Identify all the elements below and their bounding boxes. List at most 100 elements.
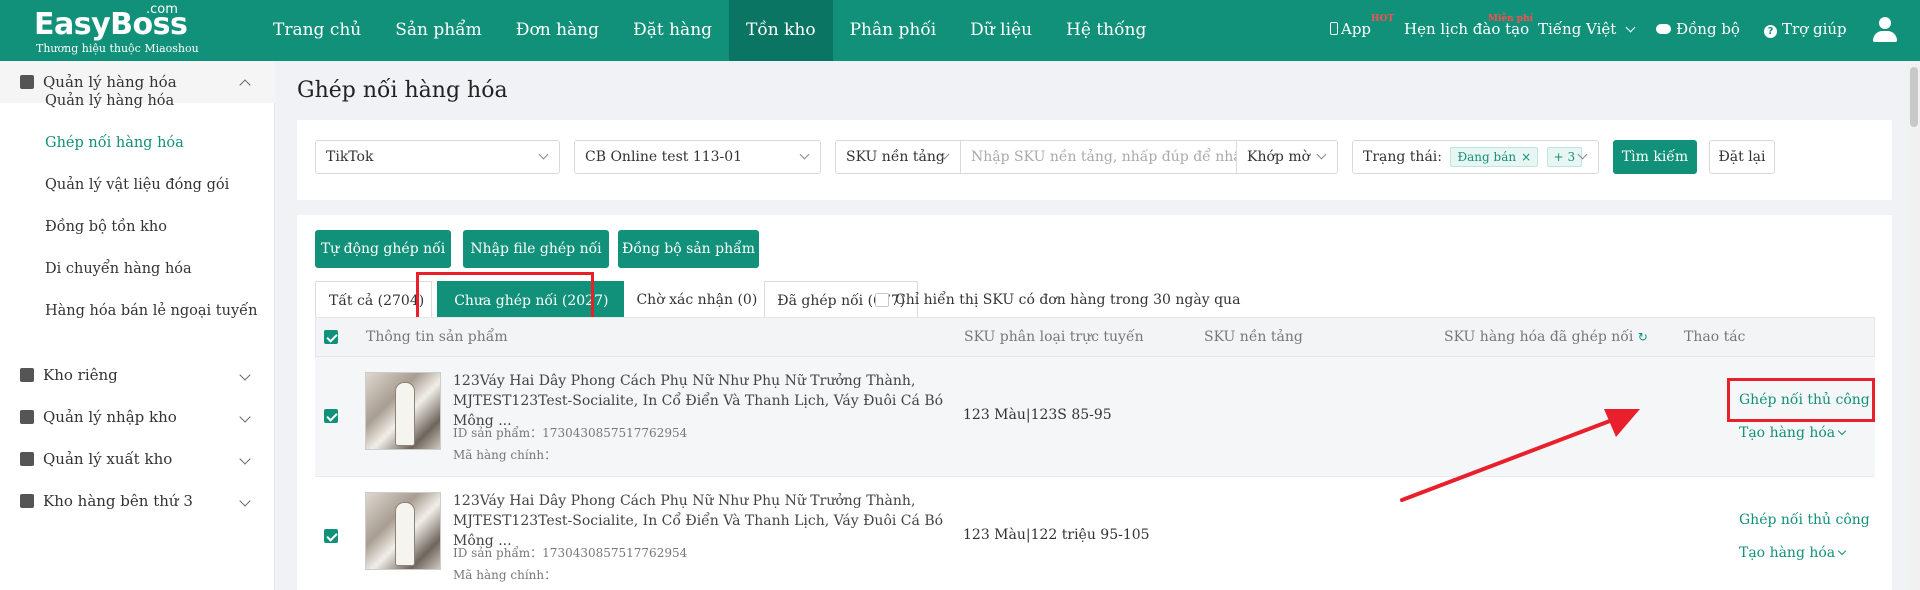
status-tabs: Tất cả (2704) Chưa ghép nối (2027) Chờ x…: [315, 281, 919, 321]
col-online-sku: SKU phân loại trực tuyến: [964, 329, 1144, 345]
status-tag-label: Đang bán: [1457, 150, 1517, 164]
create-goods-link[interactable]: Tạo hàng hóa: [1739, 545, 1847, 561]
match-mode-select[interactable]: Khớp mờ: [1236, 140, 1338, 174]
sidebar-group-label: Quản lý hàng hóa: [43, 73, 177, 91]
nav-distribution[interactable]: Phân phối: [833, 0, 954, 61]
nav-inventory[interactable]: Tồn kho: [729, 0, 833, 61]
tab-unmatched[interactable]: Chưa ghép nối (2027): [437, 281, 626, 321]
nav-purchase[interactable]: Đặt hàng: [616, 0, 729, 61]
chevron-down-icon: [239, 495, 251, 507]
sidebar-group-3pl[interactable]: Kho hàng bên thứ 3: [0, 480, 275, 522]
language-select[interactable]: Tiếng Việt: [1538, 20, 1636, 38]
nav-home[interactable]: Trang chủ: [256, 0, 378, 61]
sidebar-item-move-goods[interactable]: Di chuyển hàng hóa: [45, 261, 192, 277]
auto-match-button[interactable]: Tự động ghép nối: [315, 230, 451, 268]
free-badge: Miễn phí: [1488, 14, 1534, 24]
sku-search-placeholder: Nhập SKU nền tảng, nhấp đúp để nhập tì: [971, 149, 1237, 165]
main-nav: Trang chủ Sản phẩm Đơn hàng Đặt hàng Tồn…: [256, 0, 1163, 61]
search-button[interactable]: Tìm kiếm: [1613, 140, 1697, 174]
sync-products-button[interactable]: Đồng bộ sản phẩm: [618, 230, 759, 268]
product-thumbnail[interactable]: [365, 492, 441, 570]
status-more-tag: + 3: [1546, 147, 1583, 167]
tab-pending[interactable]: Chờ xác nhận (0): [624, 281, 766, 321]
sidebar-group-private-warehouse[interactable]: Kho riêng: [0, 354, 275, 396]
outbound-icon: [20, 452, 34, 466]
close-icon[interactable]: ×: [1521, 150, 1531, 164]
status-select[interactable]: Trạng thái: Đang bán × + 3: [1352, 140, 1599, 174]
sidebar-item-match-goods[interactable]: Ghép nối hàng hóa: [45, 135, 184, 151]
reset-button[interactable]: Đặt lại: [1709, 140, 1775, 174]
create-goods-label: Tạo hàng hóa: [1739, 425, 1836, 441]
main-code: Mã hàng chính：: [453, 568, 557, 582]
sidebar-group-head[interactable]: Kho riêng: [0, 354, 275, 396]
top-navbar: EasyBoss .com Thương hiệu thuộc Miaoshou…: [0, 0, 1920, 61]
phone-icon: [1330, 22, 1338, 35]
chevron-down-icon: [1625, 22, 1636, 33]
hot-badge: HOT: [1371, 14, 1395, 24]
page-scrollbar[interactable]: [1908, 61, 1920, 590]
product-thumbnail[interactable]: [365, 372, 441, 450]
cloud-icon: [1656, 24, 1671, 34]
sidebar-group-head[interactable]: Quản lý nhập kho: [0, 396, 275, 438]
online-sku: 123 Màu|123S 85-95: [963, 407, 1112, 423]
nav-products[interactable]: Sản phẩm: [378, 0, 499, 61]
product-title[interactable]: 123Váy Hai Dây Phong Cách Phụ Nữ Như Phụ…: [453, 371, 953, 431]
nav-system[interactable]: Hệ thống: [1049, 0, 1163, 61]
platform-value: TikTok: [326, 149, 374, 165]
help-label: Trợ giúp: [1782, 20, 1847, 38]
create-goods-link[interactable]: Tạo hàng hóa: [1739, 425, 1847, 441]
sidebar-group-head[interactable]: Quản lý xuất kho: [0, 438, 275, 480]
sidebar-item-packaging[interactable]: Quản lý vật liệu đóng gói: [45, 177, 229, 193]
chevron-down-icon: [1316, 149, 1327, 160]
sidebar-group-outbound[interactable]: Quản lý xuất kho: [0, 438, 275, 480]
inbound-icon: [20, 410, 34, 424]
status-tag[interactable]: Đang bán ×: [1450, 147, 1539, 167]
app-link[interactable]: App: [1330, 20, 1371, 38]
only-30-days-label: Chỉ hiển thị SKU có đơn hàng trong 30 ng…: [895, 292, 1241, 308]
product-title[interactable]: 123Váy Hai Dây Phong Cách Phụ Nữ Như Phụ…: [453, 491, 953, 551]
user-avatar-icon[interactable]: [1873, 17, 1897, 43]
import-file-button[interactable]: Nhập file ghép nối: [463, 230, 609, 268]
col-matched-sku: SKU hàng hóa đã ghép nối ↻: [1444, 329, 1648, 345]
nav-data[interactable]: Dữ liệu: [953, 0, 1049, 61]
platform-select[interactable]: TikTok: [315, 140, 560, 174]
warehouse-icon: [20, 368, 34, 382]
match-mode-value: Khớp mờ: [1247, 149, 1311, 165]
manual-match-link[interactable]: Ghép nối thủ công: [1739, 512, 1870, 528]
col-matched-sku-label: SKU hàng hóa đã ghép nối: [1444, 329, 1634, 345]
sidebar-item-offline-retail[interactable]: Hàng hóa bán lẻ ngoại tuyến: [45, 303, 257, 319]
store-select[interactable]: CB Online test 113-01: [574, 140, 821, 174]
product-list-card: Tự động ghép nối Nhập file ghép nối Đồng…: [297, 215, 1892, 590]
chevron-up-icon: [239, 79, 251, 91]
chevron-down-icon: [239, 411, 251, 423]
help-link[interactable]: ? Trợ giúp: [1764, 20, 1847, 38]
red-arrow-annotation: [1400, 409, 1640, 502]
store-value: CB Online test 113-01: [585, 149, 743, 165]
clipboard-icon: [20, 75, 34, 89]
manual-match-link[interactable]: Ghép nối thủ công: [1739, 392, 1870, 408]
sku-search-input[interactable]: Nhập SKU nền tảng, nhấp đúp để nhập tì: [960, 140, 1237, 174]
row-checkbox[interactable]: [324, 529, 338, 543]
logo-com: .com: [146, 2, 178, 17]
sidebar-group-head[interactable]: Kho hàng bên thứ 3: [0, 480, 275, 522]
product-id: ID sản phẩm：1730430857517762954: [453, 546, 688, 560]
tab-all[interactable]: Tất cả (2704): [315, 281, 433, 321]
chevron-down-icon: [1837, 546, 1847, 556]
chevron-down-icon: [239, 369, 251, 381]
create-goods-label: Tạo hàng hóa: [1739, 545, 1836, 561]
refresh-icon[interactable]: ↻: [1638, 330, 1648, 344]
easyboss-logo[interactable]: EasyBoss .com Thương hiệu thuộc Miaoshou: [34, 2, 204, 58]
select-all-checkbox[interactable]: [324, 330, 338, 344]
sync-button[interactable]: Đồng bộ: [1656, 20, 1740, 38]
sku-type-select[interactable]: SKU nền tảng: [835, 140, 961, 174]
sidebar-item-manage-goods[interactable]: Quản lý hàng hóa: [45, 93, 174, 109]
sidebar-group-inbound[interactable]: Quản lý nhập kho: [0, 396, 275, 438]
app-label: App: [1341, 20, 1372, 38]
sidebar-item-sync-stock[interactable]: Đồng bộ tồn kho: [45, 219, 167, 235]
row-checkbox[interactable]: [324, 409, 338, 423]
sidebar: Quản lý hàng hóa Quản lý hàng hóa Ghép n…: [0, 61, 275, 590]
only-30-days-checkbox[interactable]: Chỉ hiển thị SKU có đơn hàng trong 30 ng…: [875, 292, 1240, 308]
scrollbar-thumb[interactable]: [1910, 67, 1918, 127]
nav-orders[interactable]: Đơn hàng: [499, 0, 616, 61]
checkbox[interactable]: [875, 293, 889, 307]
